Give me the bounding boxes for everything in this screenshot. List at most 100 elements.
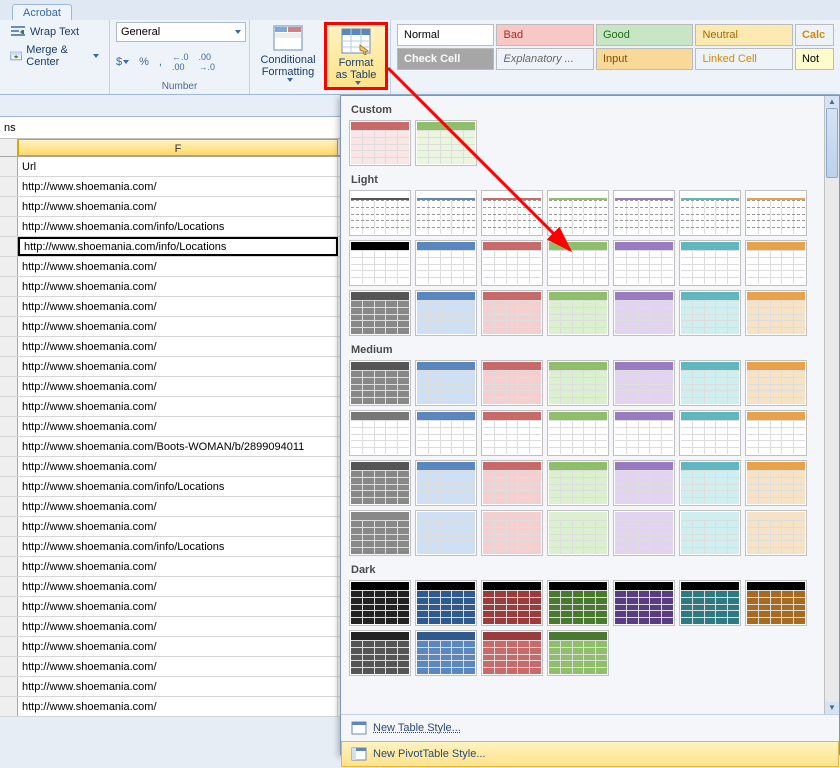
row-header[interactable]: [0, 597, 18, 616]
table-style-thumb[interactable]: [679, 290, 741, 336]
table-style-thumb[interactable]: [349, 630, 411, 676]
table-style-thumb[interactable]: [415, 290, 477, 336]
cell[interactable]: http://www.shoemania.com/: [18, 697, 338, 716]
row-header[interactable]: [0, 217, 18, 236]
row-header[interactable]: [0, 637, 18, 656]
row-header[interactable]: [0, 517, 18, 536]
table-style-thumb[interactable]: [613, 360, 675, 406]
table-style-thumb[interactable]: [679, 580, 741, 626]
table-style-thumb[interactable]: [547, 510, 609, 556]
table-style-thumb[interactable]: [415, 360, 477, 406]
table-style-thumb[interactable]: [679, 510, 741, 556]
cell[interactable]: http://www.shoemania.com/info/Locations: [18, 217, 338, 236]
cell[interactable]: http://www.shoemania.com/Boots-WOMAN/b/2…: [18, 437, 338, 456]
table-style-thumb[interactable]: [481, 410, 543, 456]
table-style-thumb[interactable]: [613, 290, 675, 336]
row-header[interactable]: [0, 697, 18, 716]
table-style-thumb[interactable]: [349, 510, 411, 556]
cell[interactable]: http://www.shoemania.com/: [18, 177, 338, 196]
table-style-thumb[interactable]: [613, 190, 675, 236]
wrap-text-button[interactable]: Wrap Text: [6, 22, 103, 42]
table-style-thumb[interactable]: [613, 410, 675, 456]
conditional-formatting-button[interactable]: Conditional Formatting: [252, 22, 324, 90]
table-style-thumb[interactable]: [349, 460, 411, 506]
cell[interactable]: http://www.shoemania.com/: [18, 297, 338, 316]
row-header[interactable]: [0, 657, 18, 676]
table-style-thumb[interactable]: [415, 410, 477, 456]
cell[interactable]: http://www.shoemania.com/: [18, 457, 338, 476]
table-style-thumb[interactable]: [613, 510, 675, 556]
cell[interactable]: http://www.shoemania.com/info/Locations: [18, 237, 338, 256]
cell[interactable]: http://www.shoemania.com/: [18, 257, 338, 276]
table-style-thumb[interactable]: [679, 460, 741, 506]
row-header[interactable]: [0, 457, 18, 476]
row-header[interactable]: [0, 537, 18, 556]
number-format-combo[interactable]: General: [116, 22, 246, 42]
format-as-table-button[interactable]: Format as Table: [324, 22, 388, 90]
cell[interactable]: http://www.shoemania.com/: [18, 377, 338, 396]
row-header[interactable]: [0, 177, 18, 196]
style-normal[interactable]: Normal: [397, 24, 494, 46]
row-header[interactable]: [0, 257, 18, 276]
table-style-thumb[interactable]: [613, 580, 675, 626]
row-header[interactable]: [0, 357, 18, 376]
table-style-thumb[interactable]: [745, 510, 807, 556]
cell[interactable]: http://www.shoemania.com/info/Locations: [18, 537, 338, 556]
cell[interactable]: http://www.shoemania.com/: [18, 577, 338, 596]
row-header[interactable]: [0, 677, 18, 696]
row-header[interactable]: [0, 617, 18, 636]
comma-button[interactable]: ,: [159, 56, 162, 68]
table-style-thumb[interactable]: [745, 580, 807, 626]
table-style-thumb[interactable]: [679, 410, 741, 456]
table-style-thumb[interactable]: [349, 410, 411, 456]
table-style-thumb[interactable]: [745, 360, 807, 406]
new-table-style-menuitem[interactable]: New Table Style...: [341, 715, 839, 741]
row-header[interactable]: [0, 557, 18, 576]
new-pivottable-style-menuitem[interactable]: New PivotTable Style...: [341, 741, 839, 767]
table-style-thumb[interactable]: [679, 240, 741, 286]
table-style-thumb[interactable]: [349, 360, 411, 406]
row-header[interactable]: [0, 277, 18, 296]
row-header[interactable]: [0, 157, 18, 176]
cell[interactable]: http://www.shoemania.com/: [18, 677, 338, 696]
row-header[interactable]: [0, 417, 18, 436]
table-style-thumb[interactable]: [613, 460, 675, 506]
table-style-thumb[interactable]: [745, 410, 807, 456]
table-style-thumb[interactable]: [745, 240, 807, 286]
table-style-thumb[interactable]: [415, 460, 477, 506]
style-calc[interactable]: Calc: [795, 24, 834, 46]
table-style-thumb[interactable]: [415, 580, 477, 626]
cell[interactable]: Url: [18, 157, 338, 176]
table-style-thumb[interactable]: [745, 290, 807, 336]
table-style-thumb[interactable]: [547, 360, 609, 406]
cell[interactable]: http://www.shoemania.com/: [18, 517, 338, 536]
increase-decimal-button[interactable]: ←.0.00: [172, 52, 189, 72]
table-style-thumb[interactable]: [745, 190, 807, 236]
table-style-thumb[interactable]: [415, 510, 477, 556]
table-style-thumb[interactable]: [481, 630, 543, 676]
row-header[interactable]: [0, 197, 18, 216]
cell[interactable]: http://www.shoemania.com/: [18, 657, 338, 676]
table-style-thumb[interactable]: [679, 190, 741, 236]
table-style-thumb[interactable]: [547, 410, 609, 456]
row-header[interactable]: [0, 477, 18, 496]
table-style-thumb[interactable]: [547, 290, 609, 336]
table-style-thumb[interactable]: [547, 630, 609, 676]
style-input[interactable]: Input: [596, 48, 693, 70]
gallery-scrollbar[interactable]: ▲ ▼: [824, 96, 839, 714]
row-header[interactable]: [0, 317, 18, 336]
decrease-decimal-button[interactable]: .00→.0: [198, 52, 215, 72]
cell[interactable]: http://www.shoemania.com/: [18, 617, 338, 636]
cell[interactable]: http://www.shoemania.com/: [18, 557, 338, 576]
cell[interactable]: http://www.shoemania.com/: [18, 497, 338, 516]
table-style-thumb[interactable]: [481, 510, 543, 556]
cell[interactable]: http://www.shoemania.com/info/Locations: [18, 477, 338, 496]
cell[interactable]: http://www.shoemania.com/: [18, 417, 338, 436]
table-style-thumb[interactable]: [481, 580, 543, 626]
style-neutral[interactable]: Neutral: [695, 24, 792, 46]
scrollbar-thumb[interactable]: [826, 108, 838, 178]
table-style-thumb[interactable]: [745, 460, 807, 506]
table-style-thumb[interactable]: [613, 240, 675, 286]
percent-button[interactable]: %: [139, 56, 149, 68]
table-style-thumb[interactable]: [481, 460, 543, 506]
